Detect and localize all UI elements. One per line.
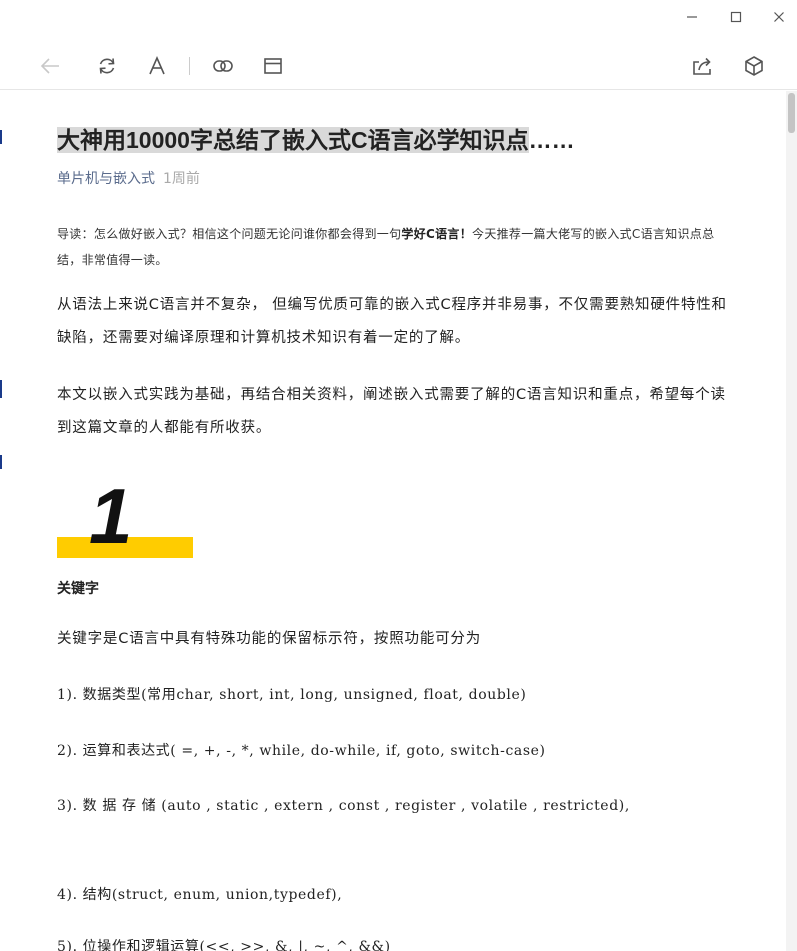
section-number-badge: 1 <box>57 477 193 559</box>
share-icon <box>693 57 711 75</box>
link-button[interactable] <box>209 52 237 80</box>
paragraph: 本文以嵌入式实践为基础，再结合相关资料，阐述嵌入式需要了解的C语言知识和重点，希… <box>57 387 726 436</box>
left-edge-mark <box>0 455 2 469</box>
left-edge-mark <box>0 380 2 398</box>
left-edge-mark <box>0 130 2 144</box>
section-number: 1 <box>89 472 133 560</box>
list-item: 3). 数 据 存 储 (auto , static , extern , co… <box>57 798 630 814</box>
scrollbar-thumb[interactable] <box>788 93 795 133</box>
maximize-button[interactable] <box>721 6 751 28</box>
intro-prefix: 导读：怎么做好嵌入式？相信这个问题无论问谁你都会得到一句 <box>57 227 402 241</box>
article-title: 大神用10000字总结了嵌入式C语言必学知识点…… <box>57 121 575 155</box>
title-bar <box>0 0 797 34</box>
intro-bold: 学好C语言！ <box>401 227 473 241</box>
close-button[interactable] <box>764 6 794 28</box>
list-item: 5). 位操作和逻辑运算(<<, >>, &, |, ~, ^, &&) <box>57 939 391 951</box>
minimize-icon <box>687 16 697 18</box>
back-arrow-icon <box>40 58 59 74</box>
list-item: 1). 数据类型(常用char, short, int, long, unsig… <box>57 687 527 703</box>
publish-time: 1周前 <box>163 171 200 187</box>
article-meta: 单片机与嵌入式 1周前 <box>57 168 200 188</box>
toolbar <box>0 40 797 90</box>
section-heading: 关键字 <box>57 581 99 597</box>
list-item: 2). 运算和表达式( =, +, -, *, while, do-while,… <box>57 743 546 759</box>
list-item: 4). 结构(struct, enum, union,typedef), <box>57 887 343 903</box>
title-ellipsis: …… <box>528 127 575 153</box>
back-button[interactable] <box>36 52 64 80</box>
cube-button[interactable] <box>740 52 768 80</box>
close-icon <box>774 12 784 22</box>
intro-paragraph: 导读：怎么做好嵌入式？相信这个问题无论问谁你都会得到一句学好C语言！今天推荐一篇… <box>57 221 737 273</box>
maximize-icon <box>730 11 742 23</box>
window-button[interactable] <box>259 52 287 80</box>
minimize-button[interactable] <box>677 6 707 28</box>
paragraph: 从语法上来说C语言并不复杂， 但编写优质可靠的嵌入式C程序并非易事，不仅需要熟知… <box>57 297 727 346</box>
font-icon <box>149 56 165 75</box>
font-button[interactable] <box>143 52 171 80</box>
share-button[interactable] <box>688 52 716 80</box>
author-link[interactable]: 单片机与嵌入式 <box>57 171 155 187</box>
refresh-button[interactable] <box>93 52 121 80</box>
scrollbar-track[interactable] <box>786 91 797 951</box>
cube-icon <box>745 56 763 76</box>
link-icon <box>213 60 233 72</box>
toolbar-separator <box>189 57 190 75</box>
paragraph: 关键字是C语言中具有特殊功能的保留标示符，按照功能可分为 <box>57 631 482 647</box>
title-highlight: 大神用10000字总结了嵌入式C语言必学知识点 <box>57 127 529 153</box>
refresh-icon <box>99 58 115 74</box>
window-icon <box>264 58 282 74</box>
